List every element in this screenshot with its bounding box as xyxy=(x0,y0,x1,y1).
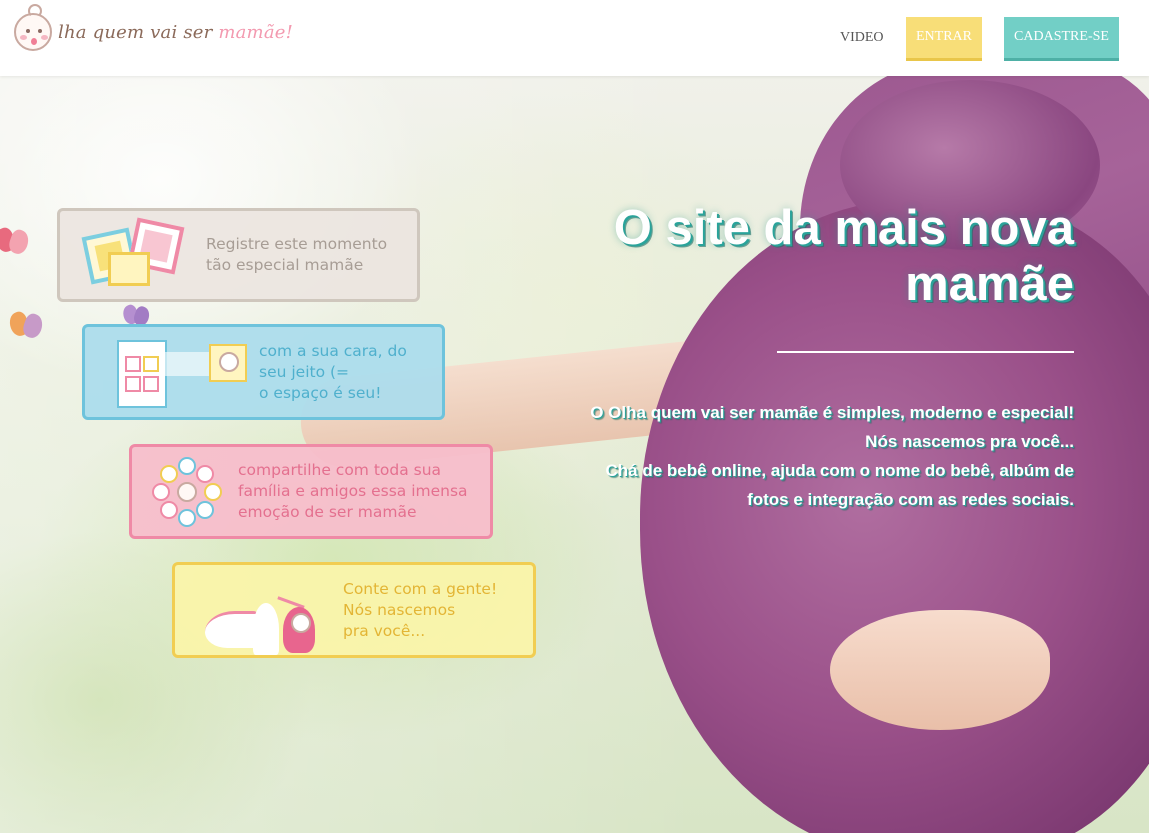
entrar-button[interactable]: ENTRAR xyxy=(906,17,982,61)
logo-text: lha quem vai ser mamãe! xyxy=(58,22,293,43)
feature-card-register: Registre este momento tão especial mamãe xyxy=(57,208,420,302)
hero-description-line: O Olha quem vai ser mamãe é simples, mod… xyxy=(590,403,1074,451)
hero-title: O site da mais nova mamãe xyxy=(613,201,1074,311)
hero-divider xyxy=(777,351,1074,353)
feature-text: compartilhe com toda sua família e amigo… xyxy=(238,461,468,521)
site-logo[interactable]: lha quem vai ser mamãe! xyxy=(14,4,293,51)
top-navbar: lha quem vai ser mamãe! VIDEO ENTRAR CAD… xyxy=(0,0,1149,76)
logo-text-main: lha quem vai ser xyxy=(58,21,213,43)
feature-text: Registre este momento tão especial mamãe xyxy=(206,235,388,274)
feature-card-customize: com a sua cara, do seu jeito (= o espaço… xyxy=(82,324,445,420)
feature-card-support: Conte com a gente! Nós nascemos pra você… xyxy=(172,562,536,658)
video-link[interactable]: VIDEO xyxy=(840,30,884,46)
feature-text: com a sua cara, do seu jeito (= o espaço… xyxy=(259,341,407,402)
cadastre-button[interactable]: CADASTRE-SE xyxy=(1004,17,1119,61)
feature-card-share: compartilhe com toda sua família e amigo… xyxy=(129,444,493,539)
feature-text: Conte com a gente! Nós nascemos pra você… xyxy=(343,579,498,640)
hero-description-line: Chá de bebê online, ajuda com o nome do … xyxy=(605,461,1074,509)
hero-description: O Olha quem vai ser mamãe é simples, mod… xyxy=(580,398,1074,514)
photo-frames-icon xyxy=(80,217,190,290)
butterfly-icon xyxy=(0,225,32,258)
page-layout-icon xyxy=(113,336,253,408)
background-hand xyxy=(830,610,1050,730)
logo-text-accent: mamãe! xyxy=(218,21,294,43)
baby-face-icon xyxy=(14,4,52,51)
share-circle-icon xyxy=(152,456,222,527)
butterfly-icon xyxy=(6,309,46,342)
stork-icon xyxy=(199,585,329,655)
